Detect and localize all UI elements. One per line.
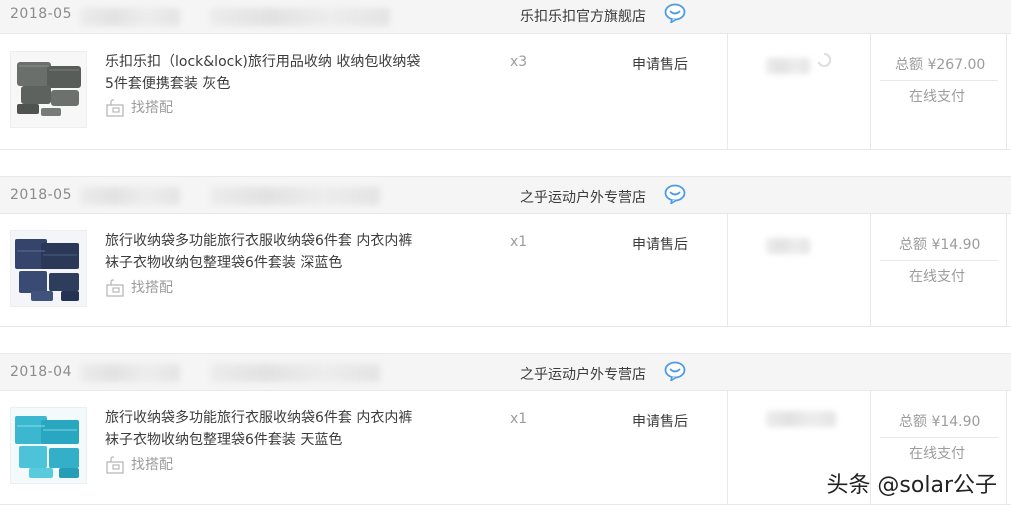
apply-after-sale-link[interactable]: 申请售后 [632,234,688,254]
payment-method: 在线支付 [909,446,965,462]
shop-name-link[interactable]: 之乎运动户外专营店 [520,187,646,207]
watermark-text: 头条 @solar公子 [826,473,997,498]
quantity: x1 [510,234,528,250]
redacted-status [766,58,810,74]
match-bag-icon [106,456,124,474]
product-thumbnail[interactable] [10,407,87,484]
column-divider [727,34,728,149]
apply-after-sale-link[interactable]: 申请售后 [632,411,688,431]
payment-method: 在线支付 [909,89,965,105]
loading-spinner-icon [817,52,832,67]
product-title-link[interactable]: 旅行收纳袋多功能旅行衣服收纳袋6件套 内衣内裤袜子衣物收纳包整理袋6件套装 深蓝… [105,230,425,274]
match-bag-icon [106,99,124,117]
payment-method: 在线支付 [909,269,965,285]
chat-bubble-icon[interactable] [664,3,686,23]
gray-storage-bags-image [11,52,86,127]
order-total: 总额 ¥267.00 [895,57,986,73]
redacted-order-info [210,8,390,26]
match-bag-icon [106,279,124,297]
order-item-row: 乐扣乐扣（lock&lock)旅行用品收纳 收纳包收纳袋5件套便携套装 灰色 找… [0,34,1011,150]
quantity: x1 [510,411,528,427]
navy-storage-bags-image [11,231,86,306]
order-header: 2018-04 之乎运动户外专营店 [0,353,1011,391]
find-match-link[interactable]: 找搭配 [105,276,195,298]
order-header: 2018-05 之乎运动户外专营店 [0,176,1011,214]
payment-divider [880,437,998,438]
order-date: 2018-04 [10,364,72,380]
order-total: 总额 ¥14.90 [899,414,981,430]
chat-bubble-icon[interactable] [664,361,686,381]
find-match-label: 找搭配 [131,280,173,296]
apply-after-sale-link[interactable]: 申请售后 [632,54,688,74]
redacted-order-info [210,187,380,205]
redacted-order-info [210,364,380,382]
payment-divider [880,260,998,261]
column-divider [870,214,871,326]
redacted-status [766,411,836,427]
quantity: x3 [510,54,528,70]
order-total: 总额 ¥14.90 [899,237,981,253]
order-header: 2018-05 乐扣乐扣官方旗舰店 [0,0,1011,34]
column-divider [727,391,728,504]
product-thumbnail[interactable] [10,51,87,128]
find-match-link[interactable]: 找搭配 [105,453,195,475]
column-divider [1006,391,1007,504]
product-thumbnail[interactable] [10,230,87,307]
payment-divider [880,80,998,81]
find-match-link[interactable]: 找搭配 [105,96,195,118]
find-match-label: 找搭配 [131,100,173,116]
column-divider [1006,214,1007,326]
order-date: 2018-05 [10,187,72,203]
order-date: 2018-05 [10,6,72,22]
column-divider [870,34,871,149]
column-divider [1006,34,1007,149]
chat-bubble-icon[interactable] [664,184,686,204]
column-divider [727,214,728,326]
redacted-order-number [80,187,180,205]
shop-name-link[interactable]: 乐扣乐扣官方旗舰店 [520,6,646,26]
redacted-status [766,238,810,254]
shop-name-link[interactable]: 之乎运动户外专营店 [520,364,646,384]
product-title-link[interactable]: 乐扣乐扣（lock&lock)旅行用品收纳 收纳包收纳袋5件套便携套装 灰色 [105,51,425,95]
find-match-label: 找搭配 [131,457,173,473]
product-title-link[interactable]: 旅行收纳袋多功能旅行衣服收纳袋6件套 内衣内裤袜子衣物收纳包整理袋6件套装 天蓝… [105,407,425,451]
order-list: 2018-05 乐扣乐扣官方旗舰店 乐扣乐扣（lock&lock)旅行用品收纳 [0,0,1011,511]
redacted-order-number [80,8,180,26]
order-item-row: 旅行收纳袋多功能旅行衣服收纳袋6件套 内衣内裤袜子衣物收纳包整理袋6件套装 深蓝… [0,214,1011,327]
skyblue-storage-bags-image [11,408,86,483]
redacted-order-number [80,364,180,382]
